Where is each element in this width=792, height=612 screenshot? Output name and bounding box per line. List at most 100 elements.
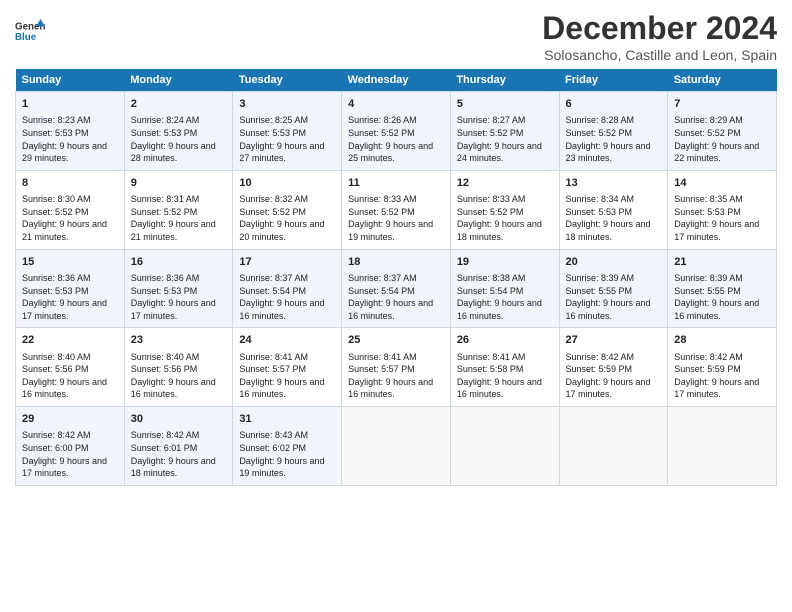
- day-number: 23: [131, 333, 227, 348]
- sunset-line: Sunset: 5:53 PM: [674, 207, 741, 217]
- day-number: 16: [131, 255, 227, 270]
- sunrise-line: Sunrise: 8:26 AM: [348, 115, 417, 125]
- day-cell: 16Sunrise: 8:36 AMSunset: 5:53 PMDayligh…: [124, 249, 233, 328]
- day-cell: 27 Sunrise: 8:42 AM Sunset: 5:59 PM Dayligh…: [559, 328, 668, 407]
- sunrise-line: Sunrise: 8:42 AM: [131, 430, 200, 440]
- sunrise-line: Sunrise: 8:42 AM: [566, 352, 635, 362]
- daylight-line: Daylight: 9 hours and 16 minutes.: [457, 298, 542, 321]
- sunrise-line: Sunrise: 8:39 AM: [566, 273, 635, 283]
- day-header-wednesday: Wednesday: [342, 69, 451, 92]
- day-number: 2: [131, 97, 227, 112]
- day-cell: 2Sunrise: 8:24 AMSunset: 5:53 PMDaylight…: [124, 92, 233, 171]
- svg-text:Blue: Blue: [15, 32, 37, 43]
- day-cell: 19Sunrise: 8:38 AMSunset: 5:54 PMDayligh…: [450, 249, 559, 328]
- sunset-line: Sunset: 5:53 PM: [566, 207, 633, 217]
- daylight-line: Daylight: 9 hours and 22 minutes.: [674, 141, 759, 164]
- day-cell: 13Sunrise: 8:34 AMSunset: 5:53 PMDayligh…: [559, 170, 668, 249]
- sunset-line: Sunset: 5:57 PM: [348, 364, 415, 374]
- week-row-2: 8Sunrise: 8:30 AMSunset: 5:52 PMDaylight…: [16, 170, 777, 249]
- day-cell: 31Sunrise: 8:43 AMSunset: 6:02 PMDayligh…: [233, 407, 342, 486]
- day-number: 27: [566, 333, 662, 348]
- day-number: 29: [22, 412, 118, 427]
- sunset-line: Sunset: 5:56 PM: [22, 364, 89, 374]
- day-cell: 7Sunrise: 8:29 AMSunset: 5:52 PMDaylight…: [668, 92, 777, 171]
- daylight-line: Daylight: 9 hours and 16 minutes.: [457, 377, 542, 400]
- day-number: 4: [348, 97, 444, 112]
- day-cell: 6Sunrise: 8:28 AMSunset: 5:52 PMDaylight…: [559, 92, 668, 171]
- sunrise-line: Sunrise: 8:32 AM: [239, 194, 308, 204]
- day-number: 13: [566, 176, 662, 191]
- sunset-line: Sunset: 5:59 PM: [566, 364, 633, 374]
- header: General Blue December 2024 Solosancho, C…: [15, 10, 777, 63]
- day-cell: 1Sunrise: 8:23 AMSunset: 5:53 PMDaylight…: [16, 92, 125, 171]
- sunrise-line: Sunrise: 8:41 AM: [348, 352, 417, 362]
- day-number: 26: [457, 333, 553, 348]
- daylight-line: Daylight: 9 hours and 16 minutes.: [348, 298, 433, 321]
- sunset-line: Sunset: 5:53 PM: [22, 128, 89, 138]
- day-cell: 9Sunrise: 8:31 AMSunset: 5:52 PMDaylight…: [124, 170, 233, 249]
- day-header-saturday: Saturday: [668, 69, 777, 92]
- sunset-line: Sunset: 5:52 PM: [674, 128, 741, 138]
- sunset-line: Sunset: 5:53 PM: [131, 286, 198, 296]
- sunset-line: Sunset: 5:52 PM: [348, 128, 415, 138]
- day-cell: 11Sunrise: 8:33 AMSunset: 5:52 PMDayligh…: [342, 170, 451, 249]
- daylight-line: Daylight: 9 hours and 23 minutes.: [566, 141, 651, 164]
- daylight-line: Daylight: 9 hours and 21 minutes.: [131, 219, 216, 242]
- sunrise-line: Sunrise: 8:36 AM: [22, 273, 91, 283]
- logo-icon: General Blue: [15, 16, 45, 46]
- sunset-line: Sunset: 5:52 PM: [457, 207, 524, 217]
- daylight-line: Daylight: 9 hours and 16 minutes.: [566, 298, 651, 321]
- day-number: 7: [674, 97, 770, 112]
- daylight-line: Daylight: 9 hours and 27 minutes.: [239, 141, 324, 164]
- daylight-line: Daylight: 9 hours and 21 minutes.: [22, 219, 107, 242]
- daylight-line: Daylight: 9 hours and 24 minutes.: [457, 141, 542, 164]
- day-cell: 21Sunrise: 8:39 AMSunset: 5:55 PMDayligh…: [668, 249, 777, 328]
- header-row: SundayMondayTuesdayWednesdayThursdayFrid…: [16, 69, 777, 92]
- sunset-line: Sunset: 5:52 PM: [239, 207, 306, 217]
- day-cell: 25 Sunrise: 8:41 AM Sunset: 5:57 PM Dayligh…: [342, 328, 451, 407]
- day-cell: 28Sunrise: 8:42 AMSunset: 5:59 PMDayligh…: [668, 328, 777, 407]
- daylight-line: Daylight: 9 hours and 29 minutes.: [22, 141, 107, 164]
- sunrise-line: Sunrise: 8:27 AM: [457, 115, 526, 125]
- sunrise-line: Sunrise: 8:31 AM: [131, 194, 200, 204]
- day-number: 17: [239, 255, 335, 270]
- page: General Blue December 2024 Solosancho, C…: [0, 0, 792, 612]
- calendar-table: SundayMondayTuesdayWednesdayThursdayFrid…: [15, 69, 777, 486]
- day-cell: 29Sunrise: 8:42 AMSunset: 6:00 PMDayligh…: [16, 407, 125, 486]
- daylight-line: Daylight: 9 hours and 16 minutes.: [348, 377, 433, 400]
- daylight-line: Daylight: 9 hours and 17 minutes.: [674, 377, 759, 400]
- sunset-line: Sunset: 5:52 PM: [22, 207, 89, 217]
- sunrise-line: Sunrise: 8:42 AM: [22, 430, 91, 440]
- sunrise-line: Sunrise: 8:41 AM: [457, 352, 526, 362]
- daylight-line: Daylight: 9 hours and 25 minutes.: [348, 141, 433, 164]
- daylight-line: Daylight: 9 hours and 17 minutes.: [22, 456, 107, 479]
- day-cell: 20Sunrise: 8:39 AMSunset: 5:55 PMDayligh…: [559, 249, 668, 328]
- day-cell: [668, 407, 777, 486]
- daylight-line: Daylight: 9 hours and 17 minutes.: [566, 377, 651, 400]
- day-number: 14: [674, 176, 770, 191]
- week-row-5: 29Sunrise: 8:42 AMSunset: 6:00 PMDayligh…: [16, 407, 777, 486]
- day-cell: 26 Sunrise: 8:41 AM Sunset: 5:58 PM Dayligh…: [450, 328, 559, 407]
- day-number: 24: [239, 333, 335, 348]
- title-block: December 2024 Solosancho, Castille and L…: [542, 10, 777, 63]
- sunset-line: Sunset: 5:53 PM: [131, 128, 198, 138]
- sunrise-line: Sunrise: 8:36 AM: [131, 273, 200, 283]
- day-number: 11: [348, 176, 444, 191]
- sunset-line: Sunset: 5:56 PM: [131, 364, 198, 374]
- sunset-line: Sunset: 5:59 PM: [674, 364, 741, 374]
- day-number: 10: [239, 176, 335, 191]
- day-number: 25: [348, 333, 444, 348]
- day-cell: 5Sunrise: 8:27 AMSunset: 5:52 PMDaylight…: [450, 92, 559, 171]
- sunrise-line: Sunrise: 8:39 AM: [674, 273, 743, 283]
- day-number: 6: [566, 97, 662, 112]
- sunrise-line: Sunrise: 8:40 AM: [131, 352, 200, 362]
- day-number: 9: [131, 176, 227, 191]
- sunset-line: Sunset: 5:52 PM: [566, 128, 633, 138]
- day-number: 28: [674, 333, 770, 348]
- daylight-line: Daylight: 9 hours and 16 minutes.: [131, 377, 216, 400]
- day-cell: 10Sunrise: 8:32 AMSunset: 5:52 PMDayligh…: [233, 170, 342, 249]
- sunrise-line: Sunrise: 8:34 AM: [566, 194, 635, 204]
- day-cell: 15Sunrise: 8:36 AMSunset: 5:53 PMDayligh…: [16, 249, 125, 328]
- sunset-line: Sunset: 5:58 PM: [457, 364, 524, 374]
- daylight-line: Daylight: 9 hours and 16 minutes.: [674, 298, 759, 321]
